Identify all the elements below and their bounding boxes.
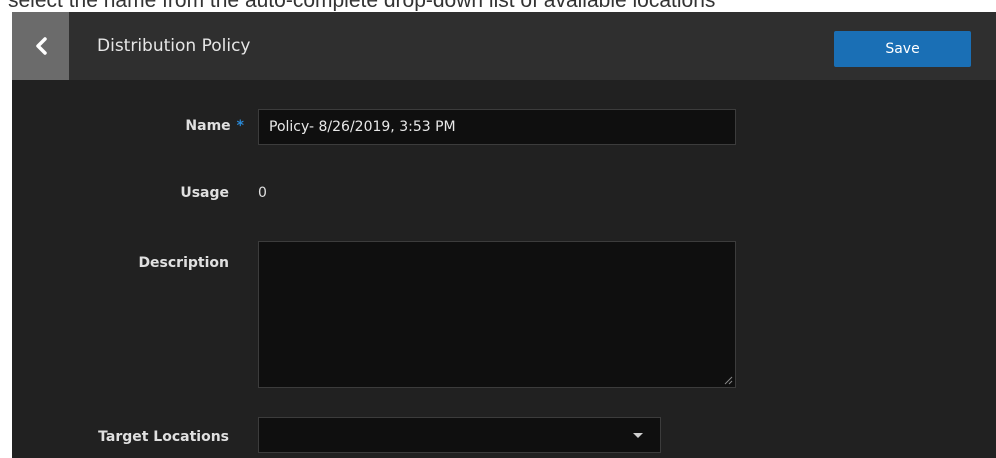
distribution-policy-panel: Distribution Policy Save Name * Policy- 8… — [12, 12, 996, 458]
caret-down-icon — [633, 433, 643, 438]
target-locations-label: Target Locations — [98, 429, 229, 445]
page-title: Distribution Policy — [97, 36, 251, 56]
description-textarea[interactable] — [258, 241, 736, 388]
target-locations-select[interactable] — [258, 417, 661, 453]
required-marker: * — [236, 118, 244, 134]
name-input[interactable]: Policy- 8/26/2019, 3:53 PM — [258, 109, 736, 145]
instruction-caption: select the name from the auto-complete d… — [0, 0, 996, 11]
header-bar: Distribution Policy Save — [12, 12, 996, 80]
save-button[interactable]: Save — [834, 31, 971, 67]
back-button[interactable] — [12, 12, 69, 80]
chevron-left-icon — [35, 37, 47, 55]
resize-grip-icon[interactable] — [723, 375, 733, 385]
name-label-text: Name — [185, 118, 231, 134]
usage-value: 0 — [258, 185, 267, 201]
description-label: Description — [138, 255, 229, 271]
usage-label: Usage — [180, 185, 229, 201]
name-label: Name * — [185, 118, 244, 134]
